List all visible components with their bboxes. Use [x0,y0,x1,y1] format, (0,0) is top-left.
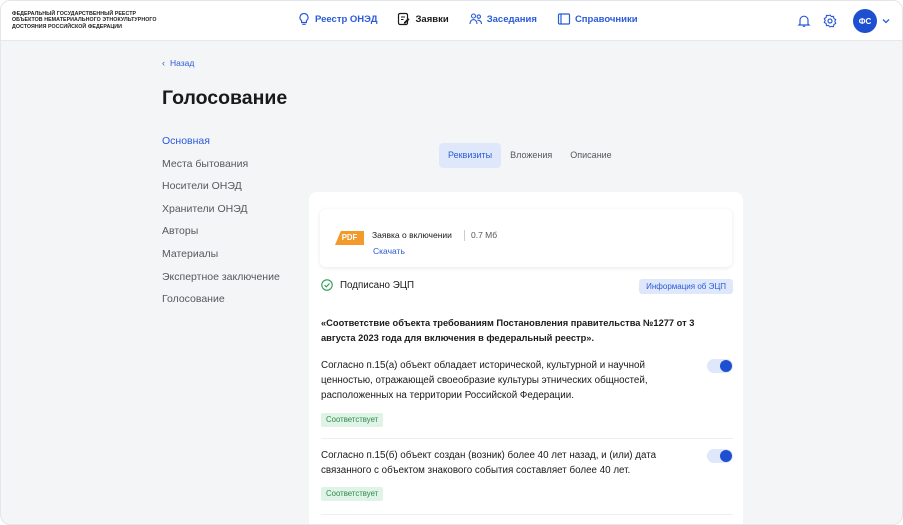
criterion-item: Согласно п.15(б) объект создан (возник) … [321,448,733,502]
sidebar-item-materials[interactable]: Материалы [162,248,302,271]
back-label: Назад [170,58,195,68]
file-attachment: PDF Заявка о включении 0.7 Мб Скачать [320,209,732,267]
signature-status: Подписано ЭЦП [321,279,414,291]
sidebar-item-places[interactable]: Места бытования [162,158,302,181]
sidebar-item-voting[interactable]: Голосование [162,293,302,316]
criterion-toggle[interactable] [707,359,733,373]
tab-requisites[interactable]: Реквизиты [439,143,502,168]
chevron-left-icon: ‹ [162,58,165,68]
sidebar-item-carriers[interactable]: Носители ОНЭД [162,180,302,203]
header-actions: ФС [785,9,890,33]
bell-icon[interactable] [797,14,811,28]
app-window: ФЕДЕРАЛЬНЫЙ ГОСУДАРСТВЕННЫЙ РЕЕСТР ОБЪЕК… [0,0,903,525]
file-size: 0.7 Мб [471,230,498,240]
gear-icon[interactable] [823,14,837,28]
org-logo-text[interactable]: ФЕДЕРАЛЬНЫЙ ГОСУДАРСТВЕННЫЙ РЕЕСТР ОБЪЕК… [12,11,187,30]
people-icon [469,13,482,25]
signature-label: Подписано ЭЦП [340,279,415,291]
tab-attachments[interactable]: Вложения [501,143,561,168]
top-header: ФЕДЕРАЛЬНЫЙ ГОСУДАРСТВЕННЫЙ РЕЕСТР ОБЪЕК… [1,1,902,41]
org-line-3: ДОСТОЯНИЯ РОССИЙСКОЙ ФЕДЕРАЦИИ [12,23,122,30]
back-link[interactable]: ‹ Назад [162,58,194,68]
file-separator [464,230,465,241]
download-link[interactable]: Скачать [373,246,405,256]
status-badge: Соответствует [321,412,384,427]
sidebar-item-expert-opinion[interactable]: Экспертное заключение [162,271,302,294]
document-edit-icon [398,12,410,26]
nav-label-meetings: Заседания [486,13,537,25]
nav-item-directories[interactable]: Справочники [557,12,638,26]
section-sidebar: Основная Места бытования Носители ОНЭД Х… [162,135,302,316]
criterion-divider [321,514,733,515]
nav-item-registry[interactable]: Реестр ОНЭД [297,12,377,26]
nav-item-meetings[interactable]: Заседания [469,12,537,26]
nav-label-directories: Справочники [574,13,638,25]
content-tabs: Реквизиты Вложения Описание [439,143,621,168]
criterion-item: Согласно п.15(а) объект обладает историч… [321,358,733,427]
avatar[interactable]: ФС [853,9,877,33]
sidebar-item-keepers[interactable]: Хранители ОНЭД [162,203,302,226]
criterion-text: Согласно п.15(б) объект создан (возник) … [321,450,657,477]
status-badge: Соответствует [321,487,384,502]
toggle-knob [720,360,732,372]
toggle-knob [720,450,732,462]
criterion-toggle[interactable] [707,449,733,463]
nav-label-applications: Заявки [415,13,449,25]
lightbulb-icon [299,12,309,25]
book-icon [557,13,571,25]
pdf-file-icon: PDF [335,231,364,245]
main-nav: Реестр ОНЭД Заявки Заседания Справочники [297,12,658,26]
criterion-text: Согласно п.15(а) объект обладает историч… [321,360,648,402]
criterion-divider [321,438,733,439]
sidebar-item-authors[interactable]: Авторы [162,225,302,248]
page-title: Голосование [162,87,288,109]
nav-item-applications[interactable]: Заявки [397,12,449,26]
file-name: Заявка о включении [372,230,452,240]
tab-description[interactable]: Описание [561,143,620,168]
nav-label-registry: Реестр ОНЭД [315,13,378,25]
requisites-card: PDF Заявка о включении 0.7 Мб Скачать По… [309,192,743,524]
sidebar-item-main[interactable]: Основная [162,135,302,158]
chevron-down-icon[interactable] [882,17,890,25]
ecp-info-button[interactable]: Информация об ЭЦП [639,279,733,294]
check-circle-icon [321,279,333,291]
criteria-heading: «Соответствие объекта требованиям Постан… [321,318,695,343]
